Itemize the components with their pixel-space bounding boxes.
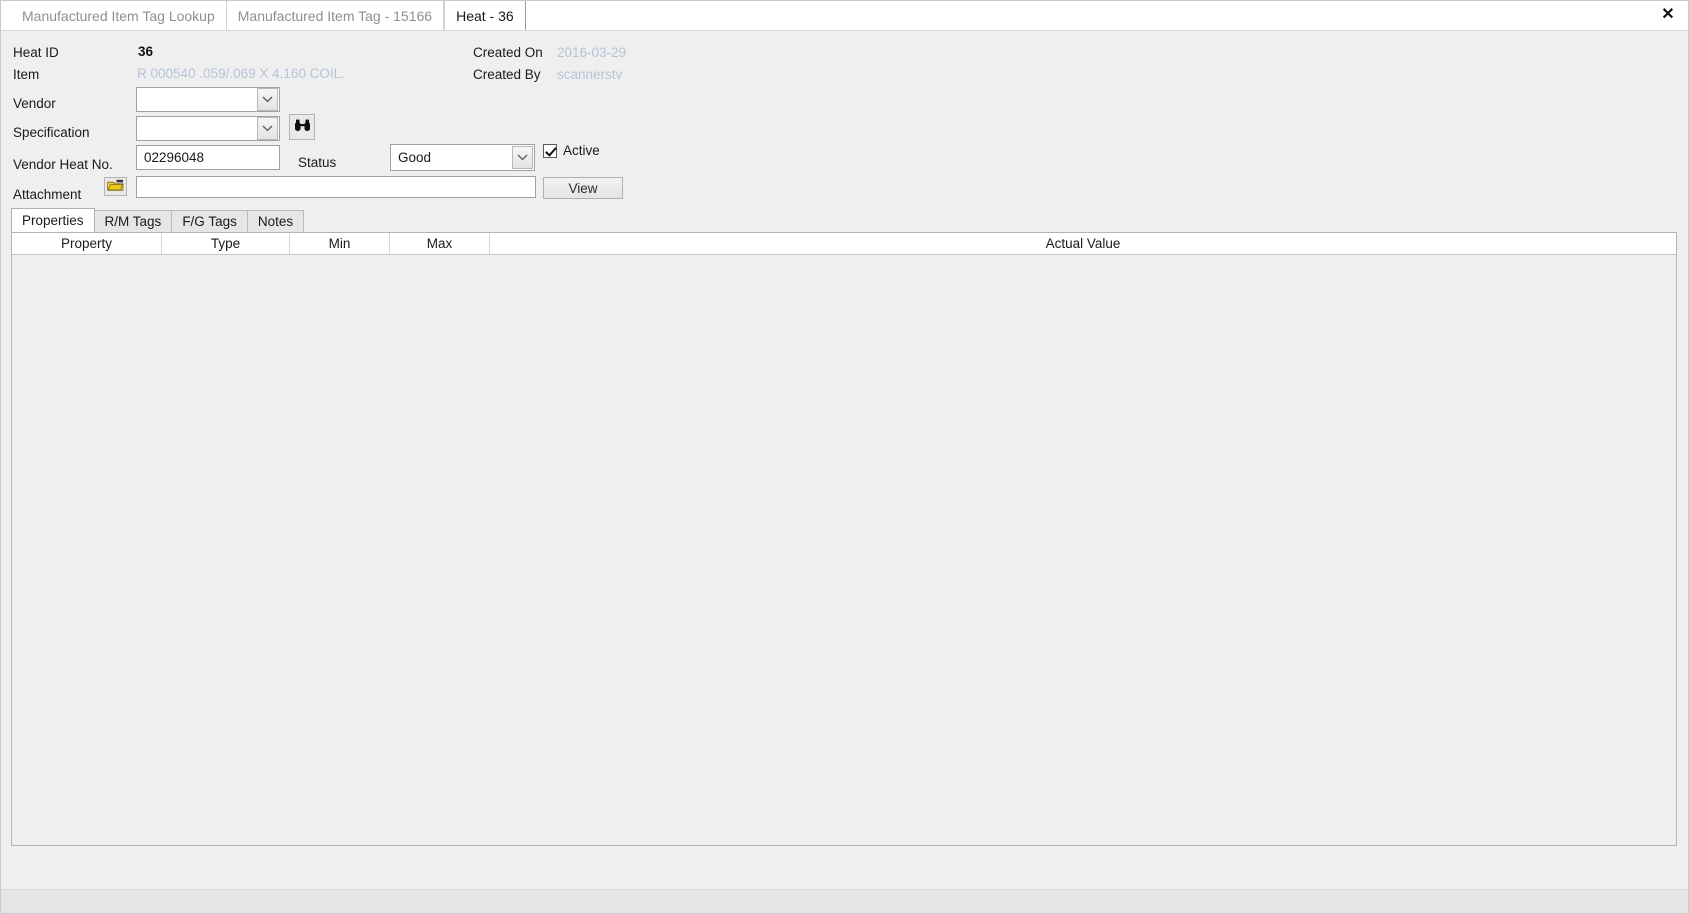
open-folder-icon	[107, 179, 124, 195]
detail-tab-bar: Properties R/M Tags F/G Tags Notes	[11, 208, 305, 232]
application-window: Manufactured Item Tag Lookup Manufacture…	[0, 0, 1689, 914]
tab-fg-tags[interactable]: F/G Tags	[171, 210, 248, 232]
tab-notes[interactable]: Notes	[246, 210, 305, 232]
grid-column-label: Min	[328, 236, 351, 251]
attachment-input[interactable]	[136, 176, 536, 198]
view-button[interactable]: View	[543, 177, 623, 199]
window-tab-strip: Manufactured Item Tag Lookup Manufacture…	[1, 1, 1688, 31]
specification-search-button[interactable]	[289, 114, 315, 140]
created-on-label: Created On	[473, 45, 543, 60]
chevron-down-icon[interactable]	[257, 88, 278, 111]
properties-grid-panel: Property Type Min Max Actual Value	[11, 232, 1677, 846]
heat-detail-form: Heat ID 36 Created On 2016-03-29 Item R …	[1, 31, 1688, 207]
binoculars-icon	[294, 119, 311, 135]
item-value: R 000540 .059/.069 X 4.160 COIL.	[137, 66, 345, 81]
properties-grid-header: Property Type Min Max Actual Value	[12, 233, 1676, 255]
vendor-heat-no-label: Vendor Heat No.	[13, 157, 113, 172]
status-combobox-value: Good	[398, 150, 432, 165]
active-checkbox-label: Active	[563, 143, 600, 158]
vendor-heat-no-input[interactable]: 02296048	[136, 145, 280, 170]
window-tab-label: Manufactured Item Tag - 15166	[237, 7, 433, 24]
specification-combobox[interactable]	[136, 116, 280, 141]
window-bottom-strip	[1, 889, 1688, 913]
status-label: Status	[298, 155, 337, 170]
checkmark-icon	[543, 143, 557, 158]
tab-rm-tags[interactable]: R/M Tags	[93, 210, 173, 232]
item-label: Item	[13, 67, 40, 82]
grid-column-actual-value[interactable]: Actual Value	[490, 233, 1676, 254]
properties-grid-body[interactable]	[12, 255, 1676, 845]
close-icon-glyph: ✕	[1661, 6, 1675, 23]
status-combobox[interactable]: Good	[390, 144, 535, 171]
window-tab-heat-36[interactable]: Heat - 36	[444, 1, 526, 30]
attachment-browse-button[interactable]	[104, 177, 127, 196]
tab-label: R/M Tags	[104, 214, 162, 229]
vendor-label: Vendor	[13, 96, 56, 111]
heat-id-value: 36	[138, 44, 154, 59]
created-on-value: 2016-03-29	[557, 45, 627, 60]
tab-label: Notes	[257, 214, 294, 229]
view-button-label: View	[568, 180, 598, 196]
grid-column-label: Actual Value	[1045, 236, 1121, 251]
grid-column-label: Type	[210, 236, 241, 251]
attachment-label: Attachment	[13, 187, 82, 202]
close-icon[interactable]: ✕	[1657, 4, 1679, 26]
window-tab-label: Manufactured Item Tag Lookup	[22, 7, 215, 24]
tab-label: Properties	[22, 213, 84, 228]
chevron-down-icon[interactable]	[257, 117, 278, 140]
tab-properties[interactable]: Properties	[11, 208, 95, 232]
chevron-down-icon[interactable]	[512, 146, 533, 169]
specification-label: Specification	[13, 125, 90, 140]
grid-column-min[interactable]: Min	[290, 233, 390, 254]
active-checkbox[interactable]: Active	[543, 143, 600, 158]
grid-column-property[interactable]: Property	[12, 233, 162, 254]
tab-label: F/G Tags	[182, 214, 237, 229]
grid-column-max[interactable]: Max	[390, 233, 490, 254]
heat-id-label: Heat ID	[13, 45, 59, 60]
window-tab-manufactured-item-tag-lookup[interactable]: Manufactured Item Tag Lookup	[11, 1, 227, 30]
grid-column-label: Property	[60, 236, 113, 251]
vendor-combobox[interactable]	[136, 87, 280, 112]
grid-column-label: Max	[426, 236, 453, 251]
grid-column-type[interactable]: Type	[162, 233, 290, 254]
window-tab-manufactured-item-tag-15166[interactable]: Manufactured Item Tag - 15166	[226, 1, 445, 30]
created-by-label: Created By	[473, 67, 541, 82]
window-tab-label: Heat - 36	[456, 7, 514, 24]
created-by-value: scannerstv	[557, 67, 623, 82]
